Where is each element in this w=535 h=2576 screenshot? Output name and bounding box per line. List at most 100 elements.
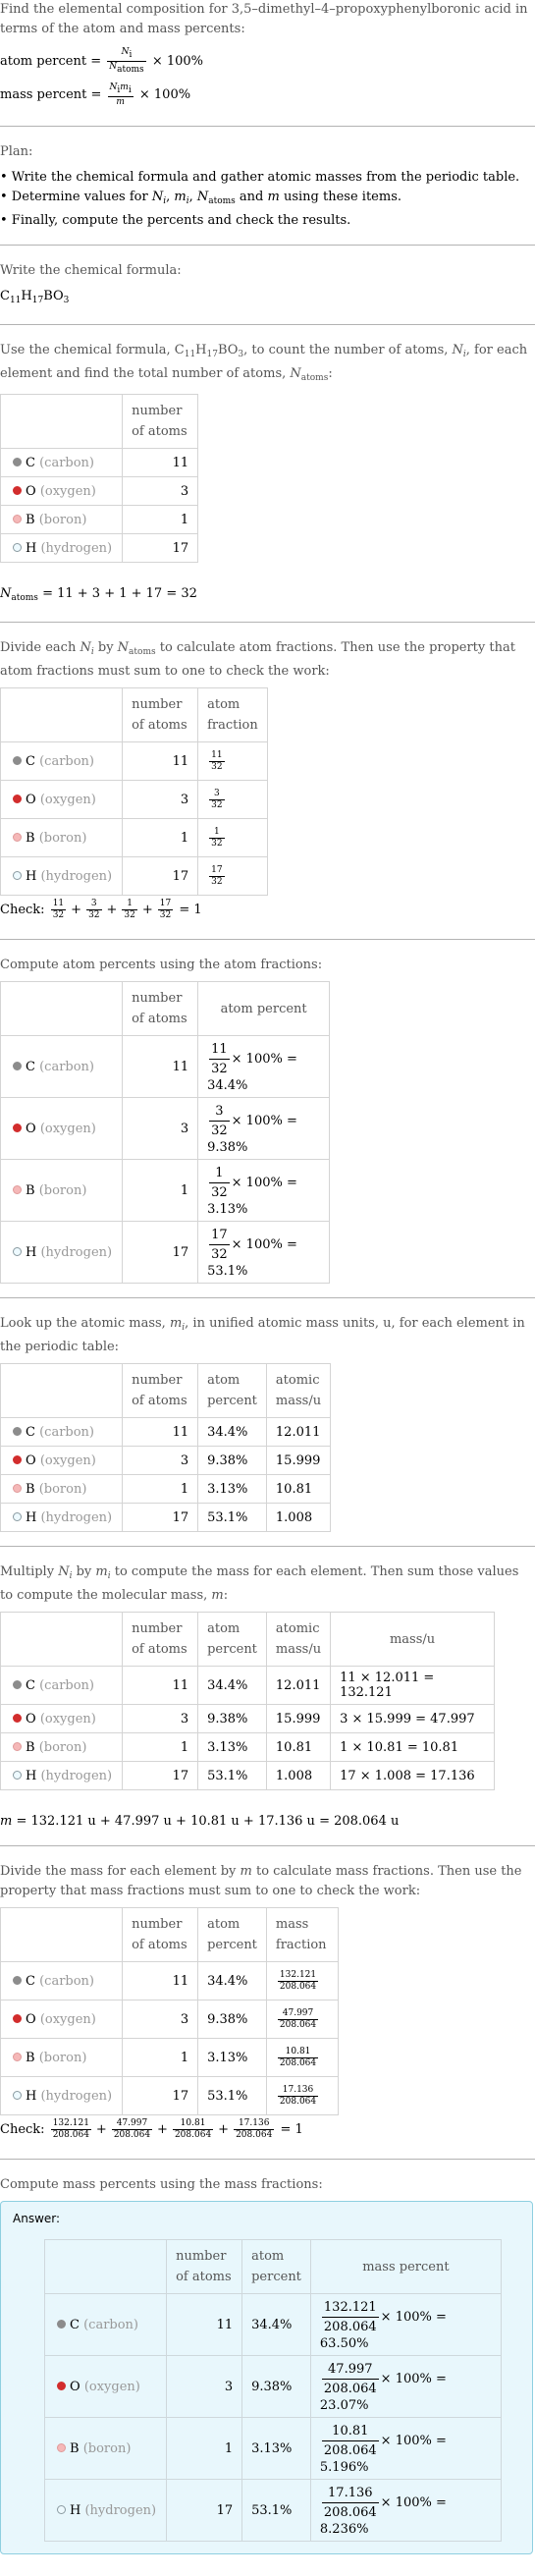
table-row: H (hydrogen) 17 17 32	[0, 856, 269, 896]
var-n-atoms: N	[0, 586, 12, 601]
times-expression: × 100% =	[231, 1237, 297, 1252]
col-header-count: number of atoms	[122, 1907, 199, 1962]
fraction: 17.136 208.064	[234, 2118, 275, 2141]
fraction-denominator: 32	[211, 1124, 228, 1138]
text: Look up the atomic mass,	[0, 1316, 170, 1331]
header-blank	[0, 1907, 124, 1962]
mass-lookup-intro: Look up the atomic mass, mi, in unified …	[0, 1314, 535, 1357]
mass-fraction-cell: 132.121 208.064	[265, 1961, 339, 2001]
atom-percent: 3.13%	[197, 2038, 267, 2077]
fraction: 10.81 208.064	[321, 2422, 379, 2460]
header-blank	[43, 2239, 168, 2294]
fraction-denominator: 208.064	[236, 2130, 273, 2140]
fraction-denominator: 32	[211, 799, 223, 810]
mass-expression: 17 × 1.008 = 17.136	[330, 1761, 496, 1790]
formula-section: Write the chemical formula: C11H17BO3	[0, 246, 535, 324]
element-cell: O (oxygen)	[0, 2000, 124, 2039]
mass-fraction-intro: Divide the mass for each element by m to…	[0, 1862, 535, 1901]
var-m: m	[240, 1864, 252, 1879]
fraction: 132.121 208.064	[277, 1969, 319, 1993]
fraction-denominator: 32	[211, 838, 223, 849]
atomic-mass: 1.008	[265, 1503, 332, 1532]
col-header-count: number of atoms	[122, 687, 199, 742]
times-expression: × 100% =	[231, 1176, 297, 1190]
table-row: H (hydrogen) 17 53.1% 17.136 208.064	[0, 2076, 339, 2115]
var-n: N	[58, 1564, 70, 1579]
mass-percent-cell: 10.81 208.064 × 100% = 5.196%	[309, 2417, 502, 2480]
atom-count: 11	[122, 448, 199, 477]
table-header-row: number of atoms atom percent mass fracti…	[0, 1907, 339, 1962]
element-color-dot-icon	[13, 1511, 22, 1521]
fraction-denominator: 32	[211, 761, 223, 772]
element-color-dot-icon	[57, 2504, 66, 2514]
atom-count: 1	[122, 2038, 199, 2077]
atom-percent: 53.1%	[197, 2076, 267, 2115]
col-header-percent: atom percent	[241, 2239, 311, 2294]
table-row: B (boron) 1 3.13% 10.81	[0, 1474, 332, 1504]
fraction: 3 32	[209, 789, 225, 811]
fraction-denominator: 208.064	[323, 2505, 377, 2520]
element-color-dot-icon	[13, 1061, 22, 1070]
element-name: (oxygen)	[39, 1452, 96, 1468]
element-color-dot-icon	[13, 1426, 22, 1436]
element-color-dot-icon	[13, 2090, 22, 2100]
answer-box: Answer: number of atoms atom percent mas…	[0, 2201, 533, 2554]
answer-label: Answer:	[13, 2212, 61, 2225]
subscript: 11	[9, 296, 22, 305]
header-blank	[0, 981, 124, 1036]
element-color-dot-icon	[13, 2052, 22, 2061]
atom-count: 17	[122, 533, 199, 563]
element-name: (hydrogen)	[40, 1509, 113, 1525]
fraction: 17.136 208.064	[277, 2085, 319, 2108]
table-row: H (hydrogen) 17 17 32 × 100% = 53.1%	[0, 1221, 331, 1284]
text: by	[93, 640, 118, 655]
atom-count: 17	[122, 2076, 199, 2115]
element-cell: C (carbon)	[43, 2293, 168, 2356]
text: Use the chemical formula,	[0, 343, 175, 357]
element-symbol: O	[70, 2379, 80, 2394]
var-n-atoms: N	[196, 190, 209, 204]
element-name: (carbon)	[39, 1973, 95, 1989]
fraction-denominator: 208.064	[279, 2057, 317, 2068]
header-blank	[0, 1363, 124, 1418]
element-name: (carbon)	[39, 455, 95, 470]
element-symbol: B	[26, 1481, 35, 1497]
fraction-numerator: 17.136	[321, 2484, 379, 2503]
element-cell: H (hydrogen)	[0, 856, 124, 896]
atom-percent-value: 3.13%	[207, 1202, 248, 1217]
table-row: C (carbon) 11 11 32	[0, 741, 269, 781]
fraction: 10.81 208.064	[172, 2118, 214, 2141]
times-expression: × 100% =	[380, 2372, 447, 2386]
element-symbol: C	[26, 1059, 35, 1074]
atom-count: 17	[122, 856, 199, 896]
atom-percent: 34.4%	[197, 1417, 267, 1447]
element-name: (boron)	[38, 830, 87, 846]
element-cell: O (oxygen)	[43, 2355, 168, 2418]
element-color-dot-icon	[13, 485, 22, 495]
fraction-numerator: 132.121	[277, 1969, 319, 1982]
fraction-numerator: 1	[209, 1164, 230, 1183]
plus-sign: +	[157, 2122, 168, 2137]
formula-intro: Write the chemical formula:	[0, 263, 182, 278]
atom-percent-value: 53.1%	[207, 1264, 248, 1279]
table-row: O (oxygen) 3	[0, 476, 199, 506]
element-cell: C (carbon)	[0, 448, 124, 477]
atom-count: 11	[122, 1666, 199, 1705]
element-cell: B (boron)	[0, 818, 124, 857]
element-name: (carbon)	[83, 2317, 139, 2332]
fraction-numerator: 3	[209, 789, 225, 800]
table-row: O (oxygen) 3 9.38% 15.999 3 × 15.999 = 47.99…	[0, 1704, 496, 1733]
atom-count: 11	[122, 741, 199, 781]
atom-count: 11	[122, 1035, 199, 1098]
col-header-mass-percent: mass percent	[309, 2239, 502, 2294]
denominator: N	[109, 62, 118, 72]
element-cell: C (carbon)	[0, 741, 124, 781]
fraction: 47.997 208.064	[321, 2360, 379, 2398]
fraction: 17 32	[209, 865, 225, 888]
fraction: 11 32	[209, 1040, 230, 1078]
var-n-atoms: N	[290, 366, 301, 381]
table-row: C (carbon) 11 34.4% 12.011 11 × 12.011 = 132…	[0, 1666, 496, 1705]
element-cell: B (boron)	[0, 1159, 124, 1222]
fraction-denominator: 32	[211, 1062, 228, 1076]
mass-lookup-section: Look up the atomic mass, mi, in unified …	[0, 1298, 535, 1546]
